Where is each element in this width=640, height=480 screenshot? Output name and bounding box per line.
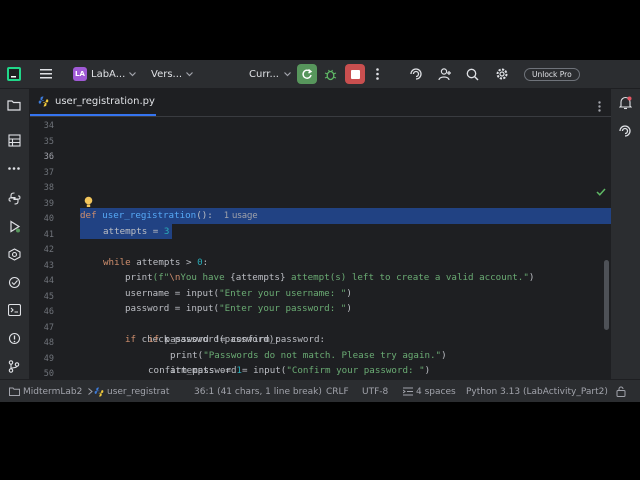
code-line-49: print("Passwords do not match. Please tr… [170, 349, 447, 361]
run-config-label: Curr... [249, 68, 279, 80]
code-line-48: if password != confirm_password: [148, 334, 326, 345]
project-name: LabA... [91, 68, 126, 80]
line-number: 39 [43, 198, 54, 209]
python-interpreter[interactable]: Python 3.13 (LabActivity_Part2) [466, 380, 608, 402]
line-number: 38 [43, 183, 54, 193]
line-number: 37 [43, 167, 54, 178]
search-icon[interactable] [466, 60, 479, 88]
tab-label: user_registration.py [55, 96, 155, 107]
code-line-41: username = input("Enter your username: "… [125, 287, 352, 299]
more-actions-icon[interactable] [376, 60, 379, 88]
chevron-right-icon [88, 388, 94, 395]
python-file-icon [38, 96, 49, 107]
terminal-icon[interactable] [5, 301, 23, 319]
caret-position[interactable]: 36:1 (41 chars, 1 line break) [194, 380, 322, 402]
folder-icon [9, 387, 20, 396]
add-user-icon[interactable] [438, 60, 452, 88]
file-encoding[interactable]: UTF-8 [362, 380, 388, 402]
stop-icon [350, 69, 360, 79]
more-tools-icon[interactable] [5, 159, 23, 177]
rerun-icon [302, 68, 313, 79]
no-problems-check-icon[interactable] [596, 181, 606, 200]
line-number: 40 [43, 214, 54, 224]
tab-options-icon[interactable] [598, 97, 601, 116]
stop-button[interactable] [345, 60, 365, 88]
python-file-icon [94, 386, 104, 397]
notifications-bell-icon[interactable] [616, 94, 634, 112]
run-config-selector[interactable]: Curr... [249, 60, 291, 88]
line-number: 50 [43, 369, 54, 379]
chevron-down-icon [186, 71, 194, 76]
breadcrumb-project[interactable]: MidtermLab2 [9, 380, 94, 402]
code-line-42: password = input("Enter your password: "… [125, 303, 352, 314]
ai-assistant-icon[interactable] [409, 60, 423, 88]
line-number: 41 [43, 229, 54, 240]
settings-gear-icon[interactable] [495, 60, 509, 88]
unlock-pro-button[interactable]: Unlock Pro [524, 60, 580, 88]
ide-window: LA LabA... Vers... Curr... Unlock Pro us… [0, 60, 640, 402]
problems-icon[interactable] [5, 329, 23, 347]
line-number: 43 [43, 260, 54, 271]
line-number: 47 [43, 322, 54, 333]
project-folder-icon[interactable] [5, 96, 23, 114]
main-menu-icon[interactable] [40, 60, 52, 88]
project-badge: LA [73, 67, 87, 81]
line-number: 49 [43, 353, 54, 364]
ai-chat-icon[interactable] [616, 122, 634, 140]
title-bar: LA LabA... Vers... Curr... Unlock Pro [0, 60, 640, 89]
tab-user-registration[interactable]: user_registration.py [30, 89, 156, 116]
bug-icon [324, 69, 337, 80]
chevron-down-icon [284, 71, 291, 76]
line-ending[interactable]: CRLF [326, 380, 349, 402]
line-number: 34 [43, 121, 54, 131]
git-branch-icon[interactable] [5, 357, 23, 375]
run-tool-icon[interactable] [5, 217, 23, 235]
lock-icon[interactable] [616, 380, 626, 402]
line-number: 48 [43, 338, 54, 348]
editor-scrollbar[interactable] [604, 260, 609, 330]
code-line-50: attempts -= 1 [170, 365, 242, 376]
project-switcher[interactable]: LA LabA... [73, 60, 137, 88]
line-number: 42 [43, 245, 54, 255]
indent-icon [403, 387, 413, 396]
right-tool-bar [610, 89, 640, 379]
code-editor[interactable]: 34 35 36 37 38 39 40 41 42 43 44 45 46 4… [30, 117, 611, 379]
indent-setting[interactable]: 4 spaces [403, 380, 456, 402]
code-line-36: def user_registration(): 1 usage [80, 210, 258, 221]
code-line-40: print(f"\nYou have {attempts} attempt(s)… [125, 272, 535, 283]
usage-hint[interactable]: 1 usage [224, 211, 258, 221]
code-line-39: while attempts > 0: [103, 256, 209, 268]
line-number: 36 [43, 152, 54, 162]
breadcrumb-file[interactable]: user_registrat [94, 380, 169, 402]
unlock-pro-label: Unlock Pro [524, 67, 580, 81]
debug-tool-icon[interactable] [5, 273, 23, 291]
debug-button[interactable] [324, 60, 337, 88]
editor-tab-bar: user_registration.py [30, 89, 611, 117]
line-number: 44 [43, 276, 54, 286]
python-packages-icon[interactable] [5, 189, 23, 207]
run-button[interactable] [297, 60, 317, 88]
line-number: 35 [43, 136, 54, 147]
line-number: 46 [43, 307, 54, 317]
vcs-widget[interactable]: Vers... [151, 60, 194, 88]
line-number: 45 [43, 291, 54, 302]
code-line-37: attempts = 3 [103, 225, 170, 237]
chevron-down-icon [129, 71, 137, 76]
left-tool-bar [0, 89, 30, 379]
app-logo-icon[interactable] [7, 60, 21, 88]
services-icon[interactable] [5, 245, 23, 263]
structure-icon[interactable] [5, 131, 23, 149]
vcs-label: Vers... [151, 68, 183, 80]
status-bar: MidtermLab2 user_registrat 36:1 (41 char… [0, 379, 640, 402]
